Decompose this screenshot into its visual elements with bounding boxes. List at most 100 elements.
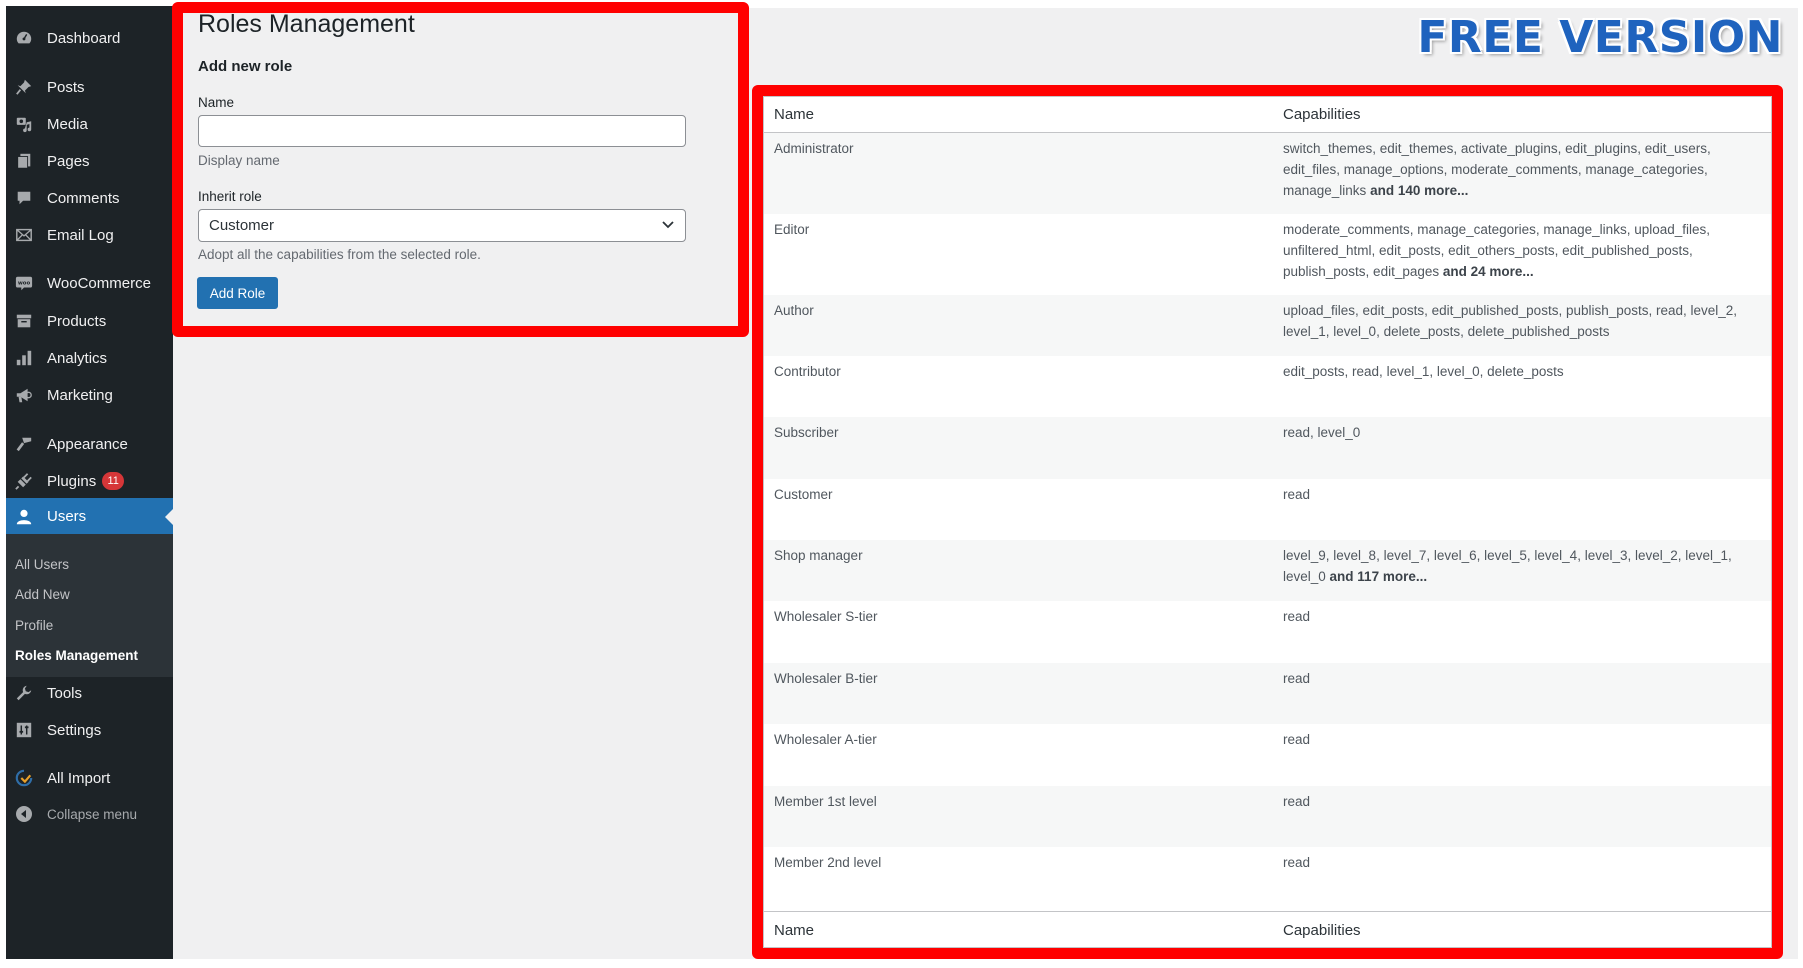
role-name: Member 2nd level	[774, 855, 882, 870]
envelope-icon	[14, 225, 34, 245]
sidebar-item-all-import[interactable]: All Import	[6, 761, 173, 795]
chevron-down-icon	[661, 217, 675, 234]
role-capabilities: read	[1283, 606, 1753, 627]
sidebar-item-products[interactable]: Products	[6, 304, 173, 338]
table-row: Shop manager level_9, level_8, level_7, l…	[764, 540, 1771, 601]
media-icon	[14, 114, 34, 134]
sidebar-item-label: Products	[47, 312, 107, 330]
capabilities-list: read	[1283, 732, 1311, 747]
capabilities-list: read	[1283, 855, 1311, 870]
submenu-item-profile[interactable]: Profile	[15, 618, 53, 633]
collapse-menu-label: Collapse menu	[47, 806, 138, 822]
sidebar-item-label: Media	[47, 115, 88, 133]
role-capabilities: read	[1283, 668, 1753, 689]
pin-icon	[14, 77, 34, 97]
sidebar-item-woocommerce[interactable]: woo WooCommerce	[6, 266, 173, 300]
add-role-button[interactable]: Add Role	[197, 277, 278, 309]
name-label: Name	[198, 95, 235, 110]
sidebar-item-tools[interactable]: Tools	[6, 676, 173, 710]
sidebar-item-settings[interactable]: Settings	[6, 713, 173, 747]
capabilities-list: switch_themes, edit_themes, activate_plu…	[1283, 141, 1711, 198]
role-capabilities: read	[1283, 484, 1753, 505]
role-capabilities: read, level_0	[1283, 422, 1753, 443]
sidebar-item-label: All Import	[47, 769, 111, 787]
role-name-input[interactable]	[198, 115, 686, 147]
inherit-role-select[interactable]: Customer	[198, 209, 686, 242]
capabilities-list: read	[1283, 487, 1311, 502]
sidebar-item-dashboard[interactable]: Dashboard	[6, 21, 173, 55]
dashboard-icon	[14, 28, 34, 48]
inherit-role-description: Adopt all the capabilities from the sele…	[198, 247, 481, 262]
table-header: Name Capabilities	[764, 97, 1771, 133]
role-name: Contributor	[774, 364, 841, 379]
sidebar-item-pages[interactable]: Pages	[6, 144, 173, 178]
column-header-name: Name	[774, 106, 815, 123]
sidebar-item-users[interactable]: Users	[6, 498, 173, 535]
sidebar-item-media[interactable]: Media	[6, 107, 173, 141]
capabilities-list: read	[1283, 609, 1311, 624]
capabilities-list: read, level_0	[1283, 425, 1361, 440]
users-submenu: All Users Add New Profile Roles Manageme…	[6, 534, 173, 677]
sidebar-item-label: Settings	[47, 721, 102, 739]
woocommerce-icon: woo	[14, 273, 34, 293]
table-row: Customer read	[764, 479, 1771, 540]
more-capabilities-count: and 117 more...	[1329, 569, 1428, 584]
role-name: Wholesaler A-tier	[774, 732, 877, 747]
name-description: Display name	[198, 153, 280, 168]
sidebar-item-posts[interactable]: Posts	[6, 70, 173, 104]
sidebar-item-label: Marketing	[47, 386, 113, 404]
sidebar-item-comments[interactable]: Comments	[6, 181, 173, 215]
sidebar-item-label: Dashboard	[47, 29, 121, 47]
role-name: Wholesaler S-tier	[774, 609, 878, 624]
capabilities-list: read	[1283, 794, 1311, 809]
archive-icon	[14, 311, 34, 331]
comment-icon	[14, 188, 34, 208]
more-capabilities-count: and 140 more...	[1370, 183, 1469, 198]
sidebar-item-label: WooCommerce	[47, 274, 151, 292]
role-name: Subscriber	[774, 425, 839, 440]
sidebar-item-label: Users	[47, 508, 87, 525]
capabilities-list: read	[1283, 671, 1311, 686]
import-icon	[14, 768, 34, 788]
table-row: Administrator switch_themes, edit_themes,…	[764, 133, 1771, 214]
capabilities-list: upload_files, edit_posts, edit_published…	[1283, 303, 1738, 339]
column-footer-name: Name	[774, 922, 815, 939]
page-title: Roles Management	[198, 10, 415, 38]
sidebar-item-label: Plugins	[47, 472, 97, 490]
sidebar-item-label: Pages	[47, 152, 90, 170]
column-footer-capabilities: Capabilities	[1283, 922, 1361, 939]
submenu-item-all-users[interactable]: All Users	[15, 557, 69, 572]
role-capabilities: read	[1283, 852, 1753, 873]
role-capabilities: switch_themes, edit_themes, activate_plu…	[1283, 138, 1753, 201]
user-icon	[14, 507, 34, 527]
sidebar-item-label: Posts	[47, 78, 85, 96]
bar-chart-icon	[14, 348, 34, 368]
role-capabilities: read	[1283, 791, 1753, 812]
plug-icon	[14, 471, 34, 491]
role-name: Editor	[774, 222, 810, 237]
role-capabilities: upload_files, edit_posts, edit_published…	[1283, 300, 1753, 342]
sidebar-item-email-log[interactable]: Email Log	[6, 218, 173, 252]
collapse-arrow-icon	[14, 804, 34, 824]
sidebar-item-marketing[interactable]: Marketing	[6, 378, 173, 412]
collapse-menu-button[interactable]: Collapse menu	[6, 797, 173, 831]
role-name: Wholesaler B-tier	[774, 671, 878, 686]
sidebar-item-label: Email Log	[47, 226, 114, 244]
table-row: Member 1st level read	[764, 786, 1771, 847]
capabilities-list: edit_posts, read, level_1, level_0, dele…	[1283, 364, 1564, 379]
wrench-icon	[14, 683, 34, 703]
sidebar-item-appearance[interactable]: Appearance	[6, 427, 173, 461]
submenu-item-add-new[interactable]: Add New	[15, 587, 70, 602]
add-role-heading: Add new role	[198, 58, 293, 75]
sidebar-item-analytics[interactable]: Analytics	[6, 341, 173, 375]
table-row: Contributor edit_posts, read, level_1, le…	[764, 356, 1771, 417]
paintbrush-icon	[14, 434, 34, 454]
sidebar-item-plugins[interactable]: Plugins 11	[6, 464, 173, 498]
sliders-icon	[14, 720, 34, 740]
role-capabilities: moderate_comments, manage_categories, ma…	[1283, 219, 1753, 282]
role-name: Administrator	[774, 141, 854, 156]
role-capabilities: level_9, level_8, level_7, level_6, leve…	[1283, 545, 1753, 587]
role-capabilities: read	[1283, 729, 1753, 750]
submenu-item-roles-management[interactable]: Roles Management	[15, 648, 138, 663]
sidebar-item-label: Appearance	[47, 435, 128, 453]
